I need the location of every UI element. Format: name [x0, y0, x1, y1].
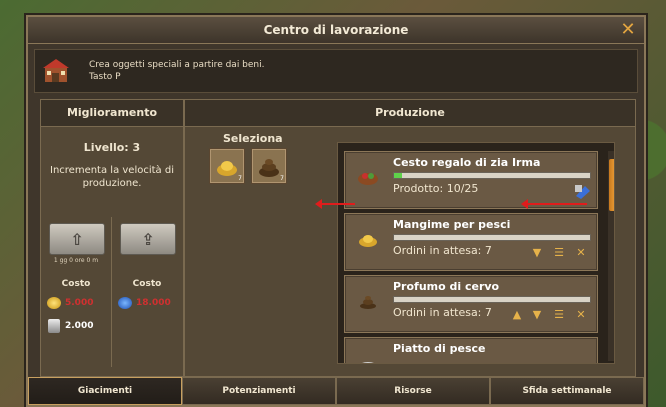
cancel-icon[interactable]: ✕ [575, 309, 587, 321]
workshop-icon [43, 59, 69, 82]
speedup-icon[interactable] [573, 182, 593, 200]
info-description: Crea oggetti speciali a partire dai beni… [89, 60, 265, 70]
progress-bar [393, 172, 591, 179]
close-icon[interactable]: ✕ [618, 20, 638, 40]
upgrade-panel: Miglioramento Livello: 3 Incrementa la v… [40, 99, 184, 377]
cancel-icon[interactable]: ✕ [575, 247, 587, 259]
up-arrow-icon: ⇧ [70, 229, 84, 249]
item-name: Profumo di cervo [393, 280, 500, 293]
upgrade-option-coins: ⇧ 1 gg 0 ore 0 m Costo 5.000 2.000 [41, 217, 112, 367]
progress-bar [393, 234, 591, 241]
item-name: Mangime per pesci [393, 218, 511, 231]
scroll-thumb[interactable] [609, 159, 614, 211]
info-bar: Crea oggetti speciali a partire dai beni… [34, 49, 638, 93]
slot-count: 7 [280, 175, 284, 182]
fish-dish-icon [362, 362, 374, 363]
annotation-arrow-left [315, 199, 355, 209]
tab-bar: Giacimenti Potenziamenti Risorse Sfida s… [28, 377, 644, 405]
scrollbar[interactable] [608, 151, 614, 361]
level-label: Livello: 3 [83, 141, 141, 154]
up-arrow-gem-icon: ⇪ [141, 229, 155, 249]
resource-slot-gold[interactable]: 7 [209, 148, 245, 184]
production-list: Cesto regalo di zia Irma Prodotto: 10/25… [337, 142, 615, 364]
tab-sfida-settimanale[interactable]: Sfida settimanale [490, 377, 644, 405]
upgrade-gem-button[interactable]: ⇪ [120, 223, 176, 255]
item-status: Ordini in attesa: 7 [393, 306, 492, 319]
upgrade-options: ⇧ 1 gg 0 ore 0 m Costo 5.000 2.000 ⇪ Cos… [41, 217, 183, 367]
cost-marble-value: 2.000 [65, 321, 94, 331]
item-status: Prodotto: 10/25 [393, 182, 479, 195]
production-panel: Produzione Seleziona 7 7 Cesto regalo di… [184, 99, 636, 377]
move-up-icon[interactable]: ▲ [511, 309, 523, 321]
crafting-dialog: Centro di lavorazione ✕ Crea oggetti spe… [26, 15, 646, 407]
cost-label: Costo [61, 279, 91, 289]
production-item[interactable]: Piatto di pesce [344, 337, 598, 363]
progress-fill [394, 173, 402, 178]
gift-basket-icon [358, 173, 378, 185]
tab-potenziamenti[interactable]: Potenziamenti [182, 377, 336, 405]
marble-icon [48, 319, 60, 333]
item-status: Ordini in attesa: 7 [393, 244, 492, 257]
item-name: Piatto di pesce [393, 342, 486, 355]
item-name: Cesto regalo di zia Irma [393, 156, 541, 169]
move-down-icon[interactable]: ▼ [531, 247, 543, 259]
production-item[interactable]: Profumo di cervo Ordini in attesa: 7 ▲ ▼… [344, 275, 598, 333]
list-icon[interactable]: ☰ [553, 247, 565, 259]
upgrade-option-gems: ⇪ Costo 18.000 [112, 217, 182, 367]
list-icon[interactable]: ☰ [553, 309, 565, 321]
production-header: Produzione [185, 100, 635, 127]
gold-coin-icon [47, 297, 61, 309]
move-down-icon[interactable]: ▼ [531, 309, 543, 321]
gem-icon [118, 297, 132, 309]
production-item[interactable]: Cesto regalo di zia Irma Prodotto: 10/25 [344, 151, 598, 209]
upgrade-description: Incrementa la velocità di produzione. [50, 165, 174, 189]
upgrade-time: 1 gg 0 ore 0 m [53, 257, 99, 264]
window-title: Centro di lavorazione [28, 17, 644, 44]
resource-slot-dung[interactable]: 7 [251, 148, 287, 184]
progress-bar [393, 296, 591, 303]
upgrade-header: Miglioramento [41, 100, 183, 127]
tab-giacimenti[interactable]: Giacimenti [28, 377, 182, 405]
cost-gem-value: 18.000 [136, 298, 171, 308]
annotation-arrow-right [521, 199, 587, 209]
fish-feed-icon [359, 235, 377, 247]
upgrade-arrow-button[interactable]: ⇧ [49, 223, 105, 255]
cost-gold-value: 5.000 [65, 298, 94, 308]
info-hotkey: Tasto P [89, 72, 121, 82]
tab-risorse[interactable]: Risorse [336, 377, 490, 405]
production-item[interactable]: Mangime per pesci Ordini in attesa: 7 ▼ … [344, 213, 598, 271]
cost-label-gems: Costo [132, 279, 162, 289]
deer-perfume-icon [360, 296, 376, 309]
select-label: Seleziona [223, 132, 283, 145]
slot-count: 7 [238, 175, 242, 182]
